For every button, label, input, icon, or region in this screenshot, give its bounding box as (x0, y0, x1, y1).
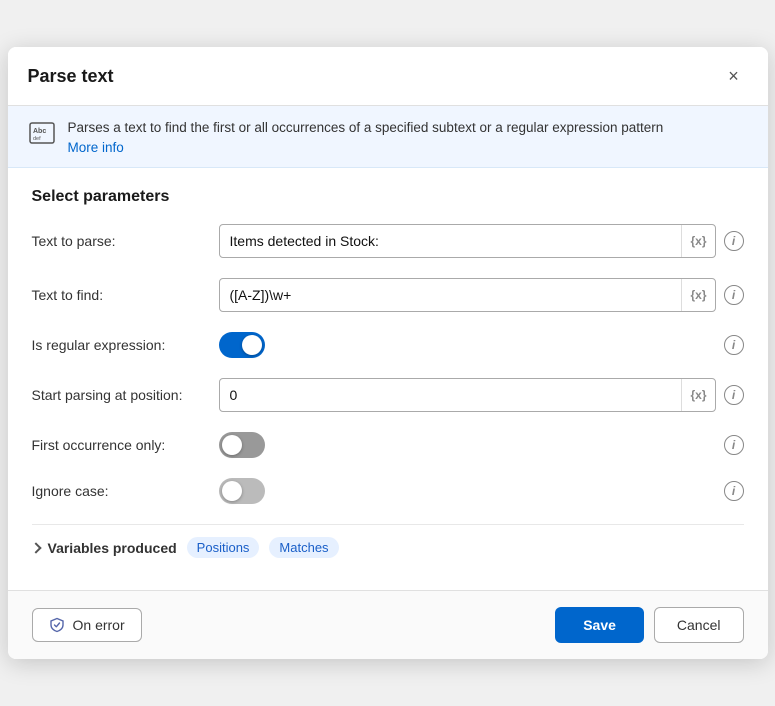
start-parsing-info-icon[interactable]: i (724, 385, 744, 405)
text-to-parse-input-area: {x} i (219, 224, 744, 258)
content-area: Select parameters Text to parse: {x} i T… (8, 168, 768, 590)
more-info-link[interactable]: More info (68, 140, 664, 155)
text-to-find-label: Text to find: (32, 287, 207, 303)
title-bar: Parse text × (8, 47, 768, 106)
dialog-title: Parse text (28, 66, 114, 87)
section-title: Select parameters (32, 188, 744, 206)
first-occurrence-info-icon[interactable]: i (724, 435, 744, 455)
save-button[interactable]: Save (555, 607, 644, 643)
text-to-parse-input-wrapper: {x} (219, 224, 716, 258)
first-occurrence-input-area: i (219, 432, 744, 458)
variables-produced-expand[interactable]: Variables produced (32, 540, 177, 556)
on-error-button[interactable]: On error (32, 608, 142, 642)
text-to-find-info-icon[interactable]: i (724, 285, 744, 305)
start-parsing-var-label[interactable]: {x} (681, 379, 714, 411)
is-regular-expression-row: Is regular expression: i (32, 332, 744, 358)
matches-badge[interactable]: Matches (269, 537, 338, 558)
positions-badge[interactable]: Positions (187, 537, 260, 558)
ignore-case-input-area: i (219, 478, 744, 504)
ignore-case-toggle[interactable] (219, 478, 265, 504)
text-to-find-var-label[interactable]: {x} (681, 279, 714, 311)
svg-text:Abc: Abc (33, 128, 46, 135)
start-parsing-input-area: {x} i (219, 378, 744, 412)
text-to-parse-info-icon[interactable]: i (724, 231, 744, 251)
text-to-parse-input[interactable] (230, 233, 682, 249)
info-banner: Abc def Parses a text to find the first … (8, 106, 768, 168)
cancel-button[interactable]: Cancel (654, 607, 744, 643)
is-regular-expression-info-icon[interactable]: i (724, 335, 744, 355)
ignore-case-row: Ignore case: i (32, 478, 744, 504)
text-to-find-row: Text to find: {x} i (32, 278, 744, 312)
shield-icon (49, 617, 65, 633)
is-regular-expression-toggle[interactable] (219, 332, 265, 358)
variables-produced-label: Variables produced (48, 540, 177, 556)
first-occurrence-label: First occurrence only: (32, 437, 207, 453)
ignore-case-label: Ignore case: (32, 483, 207, 499)
footer: On error Save Cancel (8, 590, 768, 659)
text-to-parse-var-label[interactable]: {x} (681, 225, 714, 257)
parse-text-dialog: Parse text × Abc def Parses a text to fi… (8, 47, 768, 659)
text-to-parse-row: Text to parse: {x} i (32, 224, 744, 258)
first-occurrence-row: First occurrence only: i (32, 432, 744, 458)
is-regular-expression-input-area: i (219, 332, 744, 358)
text-to-find-input-wrapper: {x} (219, 278, 716, 312)
start-parsing-row: Start parsing at position: {x} i (32, 378, 744, 412)
start-parsing-input-wrapper: {x} (219, 378, 716, 412)
banner-description: Parses a text to find the first or all o… (68, 120, 664, 135)
banner-text-area: Parses a text to find the first or all o… (68, 118, 664, 155)
first-occurrence-toggle[interactable] (219, 432, 265, 458)
close-button[interactable]: × (720, 63, 748, 91)
chevron-right-icon (30, 542, 41, 553)
svg-text:def: def (33, 136, 41, 142)
is-regular-expression-label: Is regular expression: (32, 337, 207, 353)
variables-produced-section: Variables produced Positions Matches (32, 524, 744, 570)
start-parsing-input[interactable] (230, 387, 682, 403)
text-to-find-input-area: {x} i (219, 278, 744, 312)
text-to-parse-label: Text to parse: (32, 233, 207, 249)
ignore-case-info-icon[interactable]: i (724, 481, 744, 501)
text-to-find-input[interactable] (230, 287, 682, 303)
text-block-icon: Abc def (28, 119, 56, 153)
start-parsing-label: Start parsing at position: (32, 387, 207, 403)
on-error-label: On error (73, 617, 125, 633)
footer-right: Save Cancel (555, 607, 743, 643)
